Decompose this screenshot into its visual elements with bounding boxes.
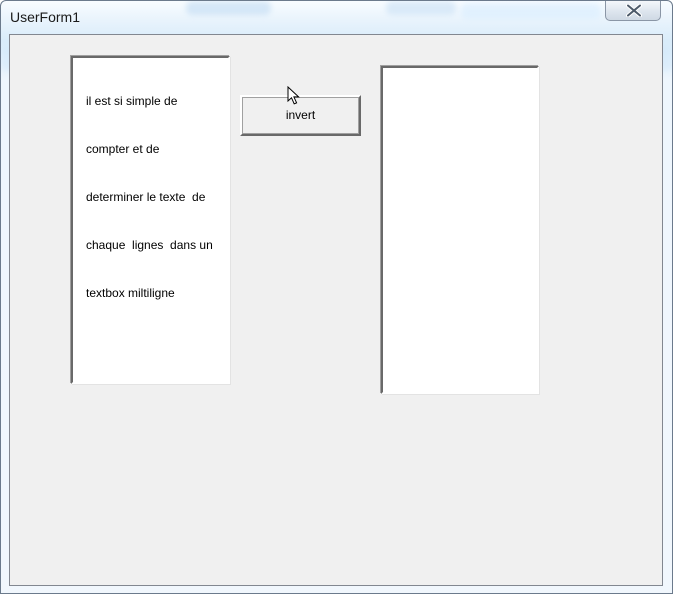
background-blur <box>461 3 601 19</box>
background-blur <box>386 1 456 15</box>
textbox-line: textbox miltiligne <box>86 286 175 300</box>
window-title: UserForm1 <box>10 9 81 25</box>
textbox-line: compter et de <box>86 142 160 156</box>
close-x-icon <box>626 4 642 17</box>
source-textbox[interactable]: il est si simple de compter et de determ… <box>71 56 230 384</box>
textbox-line: determiner le texte de <box>86 190 206 204</box>
textbox-line: chaque lignes dans un <box>86 238 213 252</box>
close-button[interactable] <box>605 1 661 21</box>
result-textbox[interactable] <box>381 66 539 394</box>
userform-window: UserForm1 il est si simple de compter et… <box>0 0 673 594</box>
textbox-line: il est si simple de <box>86 94 178 108</box>
userform-client-area: il est si simple de compter et de determ… <box>9 34 663 586</box>
arrow-cursor-icon <box>287 86 300 105</box>
background-blur <box>186 1 271 15</box>
source-textbox-text: il est si simple de compter et de determ… <box>86 61 224 333</box>
